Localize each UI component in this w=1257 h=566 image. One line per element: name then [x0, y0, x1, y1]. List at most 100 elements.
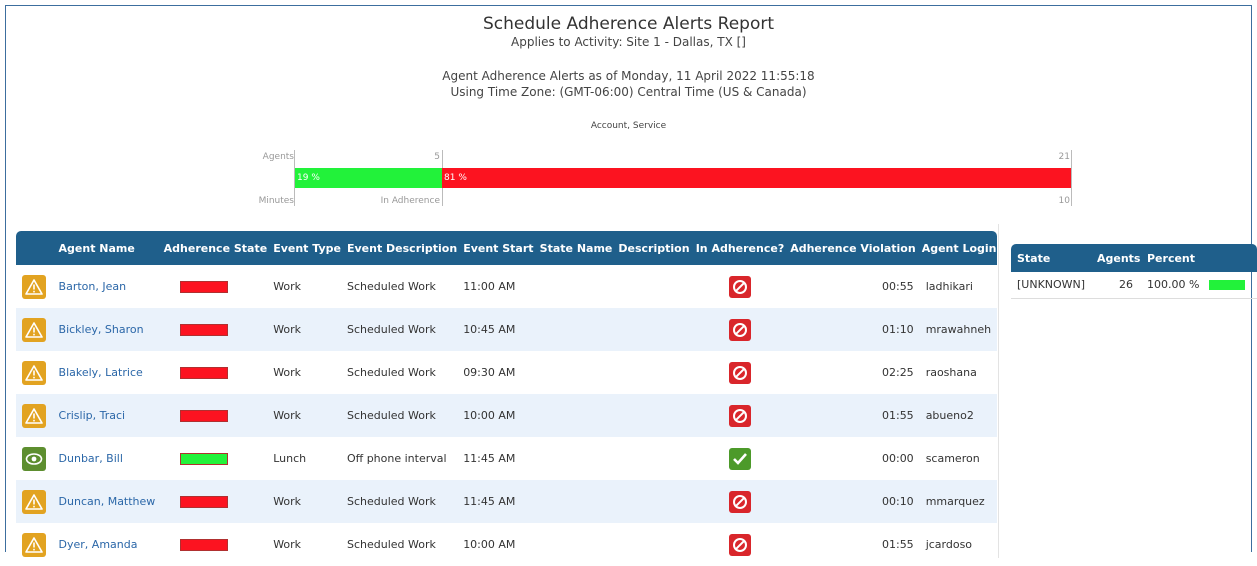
description-cell — [612, 480, 690, 523]
event-type-cell: Work — [267, 480, 341, 523]
state-name-cell — [534, 437, 613, 480]
adherence-state-cell — [158, 523, 268, 566]
alert-icon-cell — [16, 265, 49, 308]
adherence-state-cell — [157, 480, 268, 523]
description-cell — [612, 394, 690, 437]
description-cell — [612, 437, 689, 480]
alert-icon-cell — [16, 308, 49, 351]
header-event-type[interactable]: Event Type — [267, 231, 341, 265]
warning-icon — [22, 317, 46, 342]
adherence-state-cell — [157, 308, 268, 351]
table-row[interactable]: Blakely, Latrice Work Scheduled Work 09:30 … — [16, 351, 997, 394]
adherence-violation-cell: 01:55 — [881, 538, 914, 551]
adherence-state-cell — [158, 351, 268, 394]
adherence-state-swatch — [179, 324, 228, 336]
out-of-adherence-bar: 81 % — [442, 168, 1071, 188]
table-row[interactable]: Dyer, Amanda Work Scheduled Work 10:00 AM 01… — [16, 523, 997, 566]
not-in-adherence-icon — [728, 361, 751, 384]
table-header-row: Agent Name Adherence State Event Type Ev… — [16, 231, 997, 265]
event-description-cell: Scheduled Work — [340, 308, 458, 351]
warning-icon — [22, 403, 46, 428]
event-description-cell: Scheduled Work — [340, 394, 458, 437]
header-description[interactable]: Description — [612, 231, 690, 265]
event-type-cell: Work — [273, 280, 302, 293]
agent-login-cell: jcardoso — [925, 538, 973, 551]
alert-icon-cell — [16, 394, 49, 437]
event-start-cell: 10:00 AM — [457, 394, 534, 437]
header-state[interactable]: State — [1011, 244, 1091, 272]
agent-alerts-table: Agent Name Adherence State Event Type Ev… — [16, 231, 997, 566]
header-agents[interactable]: Agents — [1091, 244, 1141, 272]
header-in-adherence[interactable]: In Adherence? — [689, 231, 785, 265]
event-start-cell: 11:00 AM — [463, 280, 516, 293]
event-type-cell: Work — [267, 308, 341, 351]
header-agent-login[interactable]: Agent Login — [915, 231, 997, 265]
adherence-state-swatch — [179, 410, 228, 422]
state-name-cell — [534, 523, 613, 566]
alert-icon-cell — [16, 351, 49, 394]
description-cell — [612, 351, 689, 394]
agent-login-cell: abueno2 — [915, 394, 997, 437]
table-row[interactable]: Bickley, Sharon Work Scheduled Work 10:45 A… — [16, 308, 997, 351]
description-cell — [612, 523, 689, 566]
event-start-cell: 10:00 AM — [463, 538, 516, 551]
table-row[interactable]: Barton, Jean Work Scheduled Work 11:00 AM 00… — [16, 265, 997, 308]
agent-name-link[interactable]: Duncan, Matthew — [48, 480, 158, 523]
header-event-description[interactable]: Event Description — [340, 231, 458, 265]
agent-name-link[interactable]: Barton, Jean — [49, 265, 158, 308]
event-type-cell: Lunch — [273, 452, 307, 465]
header-adherence-state[interactable]: Adherence State — [157, 231, 268, 265]
not-in-adherence-icon — [728, 318, 751, 341]
state-summary-row: [UNKNOWN] 26 100.00 % — [1011, 272, 1257, 299]
alert-icon-cell — [16, 437, 49, 480]
event-start-cell: 11:45 AM — [457, 480, 534, 523]
adherence-violation-cell: 01:55 — [784, 394, 916, 437]
in-adherence-cell — [690, 351, 785, 394]
warning-icon — [22, 360, 46, 385]
event-description-cell: Scheduled Work — [340, 480, 458, 523]
minutes-axis-label: Minutes — [258, 196, 294, 206]
agent-name-link[interactable]: Dunbar, Bill — [49, 437, 158, 480]
header-percent[interactable]: Percent — [1141, 244, 1257, 272]
adherence-violation-cell: 02:25 — [881, 366, 914, 379]
state-cell: [UNKNOWN] — [1011, 272, 1091, 299]
header-agent-name[interactable]: Agent Name — [48, 231, 158, 265]
event-type-cell: Work — [267, 394, 341, 437]
warning-icon — [22, 532, 46, 557]
state-summary-header-row: State Agents Percent — [1011, 244, 1257, 272]
header-adherence-violation[interactable]: Adherence Violation — [784, 231, 916, 265]
agent-login-cell: mrawahneh — [915, 308, 997, 351]
in-adherence-cell — [689, 394, 785, 437]
right-axis-tick — [1071, 150, 1072, 206]
adherence-state-swatch — [179, 496, 228, 508]
adherence-summary-bar: Agents Minutes 5 In Adherence 21 10 19 %… — [6, 6, 1251, 226]
agent-name-link[interactable]: Bickley, Sharon — [48, 308, 158, 351]
agent-name-link[interactable]: Crislip, Traci — [48, 394, 158, 437]
agent-name-link[interactable]: Blakely, Latrice — [49, 351, 158, 394]
agent-login-cell: raoshana — [925, 366, 977, 379]
agents-cell: 26 — [1091, 272, 1141, 299]
minutes-total-count: 10 — [1058, 196, 1070, 206]
percent-value: 100.00 % — [1147, 278, 1200, 292]
in-adherence-cell — [690, 523, 785, 566]
percent-cell: 100.00 % — [1141, 272, 1257, 299]
table-row[interactable]: Duncan, Matthew Work Scheduled Work 11:45 A… — [16, 480, 997, 523]
not-in-adherence-icon — [728, 275, 751, 298]
header-state-name[interactable]: State Name — [533, 231, 613, 265]
not-in-adherence-icon — [728, 490, 751, 513]
event-type-cell: Work — [273, 538, 302, 551]
state-name-cell — [533, 394, 613, 437]
state-summary-table: State Agents Percent [UNKNOWN] 26 100.00 % — [1011, 244, 1257, 299]
table-row[interactable]: Dunbar, Bill Lunch Off phone interval 11:45… — [16, 437, 997, 480]
agent-name-link[interactable]: Dyer, Amanda — [49, 523, 158, 566]
table-row[interactable]: Crislip, Traci Work Scheduled Work 10:00 AM… — [16, 394, 997, 437]
in-adherence-cell — [690, 437, 785, 480]
alert-icon-cell — [16, 523, 49, 566]
adherence-violation-cell: 00:55 — [881, 280, 914, 293]
header-event-start[interactable]: Event Start — [457, 231, 534, 265]
state-name-cell — [534, 351, 613, 394]
adherence-violation-cell: 01:10 — [784, 308, 916, 351]
event-description-cell: Scheduled Work — [346, 366, 436, 379]
agents-total-count: 21 — [1058, 152, 1070, 162]
warning-icon — [22, 489, 46, 514]
